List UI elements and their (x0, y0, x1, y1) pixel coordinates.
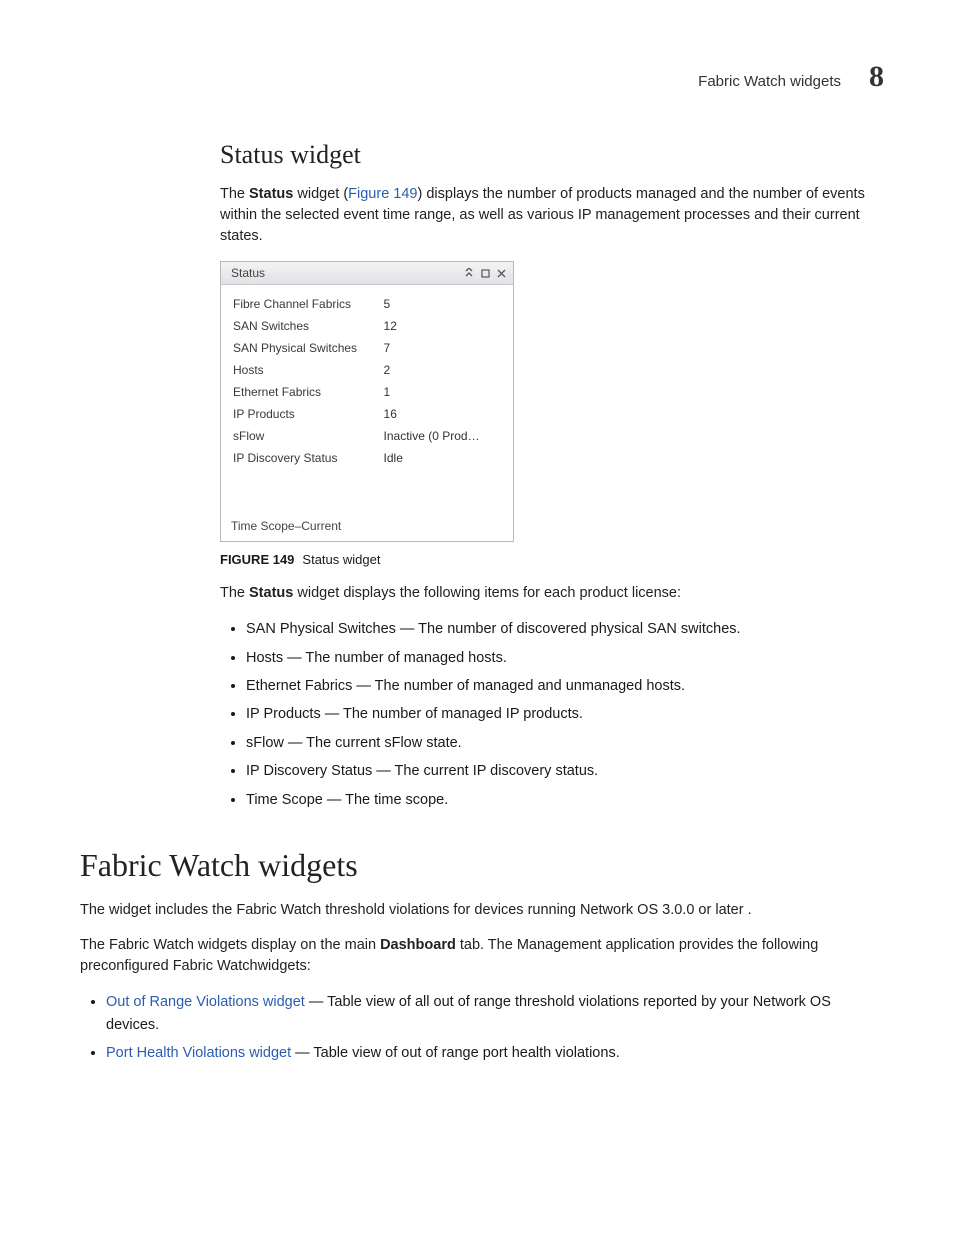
status-row: IP Products16 (231, 403, 503, 425)
list-item: Out of Range Violations widget — Table v… (106, 991, 884, 1036)
content-column: Status widget The Status widget (Figure … (220, 140, 884, 811)
widget-titlebar: Status (221, 262, 513, 285)
status-row-label: IP Discovery Status (231, 447, 382, 469)
status-row: Fibre Channel Fabrics5 (231, 293, 503, 315)
text: widget displays the following items for … (293, 585, 681, 601)
fabric-bullet-list: Out of Range Violations widget — Table v… (80, 991, 884, 1064)
status-row-label: IP Products (231, 403, 382, 425)
maximize-icon[interactable] (479, 267, 491, 279)
status-row-value: Inactive (0 Prod… (382, 425, 503, 447)
figure-link[interactable]: Figure 149 (348, 186, 417, 202)
page-header: Fabric Watch widgets 8 (80, 60, 884, 94)
close-icon[interactable] (495, 267, 507, 279)
status-row-value: 5 (382, 293, 503, 315)
status-row-label: Hosts (231, 359, 382, 381)
fabric-paragraph-1: The widget includes the Fabric Watch thr… (80, 900, 884, 921)
status-row-label: Fibre Channel Fabrics (231, 293, 382, 315)
status-row-value: 12 (382, 315, 503, 337)
text: The (220, 585, 249, 601)
status-row: Ethernet Fabrics1 (231, 381, 503, 403)
cross-reference-link[interactable]: Port Health Violations widget (106, 1045, 291, 1061)
text-bold: Dashboard (380, 937, 456, 953)
fabric-content: The widget includes the Fabric Watch thr… (80, 900, 884, 1064)
fabric-watch-heading: Fabric Watch widgets (80, 847, 884, 884)
status-row-label: SAN Physical Switches (231, 337, 382, 359)
status-bullet-list: SAN Physical Switches — The number of di… (220, 618, 884, 811)
status-row-value: 7 (382, 337, 503, 359)
widget-titlebar-icons (463, 267, 507, 279)
fabric-paragraph-2: The Fabric Watch widgets display on the … (80, 935, 884, 977)
list-item: Time Scope — The time scope. (246, 789, 884, 811)
list-item: IP Products — The number of managed IP p… (246, 703, 884, 725)
widget-body: Fibre Channel Fabrics5SAN Switches12SAN … (221, 285, 513, 469)
status-row-label: Ethernet Fabrics (231, 381, 382, 403)
list-item: Port Health Violations widget — Table vi… (106, 1042, 884, 1064)
text-bold: Status (249, 186, 293, 202)
status-intro-paragraph: The Status widget (Figure 149) displays … (220, 184, 884, 247)
widget-title: Status (231, 266, 265, 280)
figure-caption-text: Status widget (302, 552, 380, 567)
status-widget-screenshot: Status Fibre Channel Fabrics5SAN Switche… (220, 261, 514, 542)
status-items-intro: The Status widget displays the following… (220, 583, 884, 604)
status-row: IP Discovery StatusIdle (231, 447, 503, 469)
status-row: sFlowInactive (0 Prod… (231, 425, 503, 447)
list-item: SAN Physical Switches — The number of di… (246, 618, 884, 640)
list-item: Ethernet Fabrics — The number of managed… (246, 675, 884, 697)
status-row: SAN Switches12 (231, 315, 503, 337)
status-row-label: SAN Switches (231, 315, 382, 337)
status-widget-heading: Status widget (220, 140, 884, 170)
text-bold: Status (249, 585, 293, 601)
collapse-icon[interactable] (463, 267, 475, 279)
status-row-value: 16 (382, 403, 503, 425)
status-row-value: 2 (382, 359, 503, 381)
page: Fabric Watch widgets 8 Status widget The… (0, 0, 954, 1139)
list-item: sFlow — The current sFlow state. (246, 732, 884, 754)
status-row: SAN Physical Switches7 (231, 337, 503, 359)
status-row-label: sFlow (231, 425, 382, 447)
widget-footer: Time Scope–Current (221, 513, 513, 541)
text: The (220, 186, 249, 202)
cross-reference-link[interactable]: Out of Range Violations widget (106, 994, 305, 1010)
status-row: Hosts2 (231, 359, 503, 381)
status-row-value: Idle (382, 447, 503, 469)
list-item: IP Discovery Status — The current IP dis… (246, 760, 884, 782)
figure-label: FIGURE 149 (220, 552, 294, 567)
status-table: Fibre Channel Fabrics5SAN Switches12SAN … (231, 293, 503, 469)
figure-caption: FIGURE 149 Status widget (220, 552, 884, 567)
text: widget ( (293, 186, 348, 202)
list-item: Hosts — The number of managed hosts. (246, 647, 884, 669)
chapter-number: 8 (869, 60, 884, 94)
running-title: Fabric Watch widgets (698, 73, 841, 90)
text: The Fabric Watch widgets display on the … (80, 937, 380, 953)
text: — Table view of out of range port health… (291, 1045, 620, 1061)
status-row-value: 1 (382, 381, 503, 403)
